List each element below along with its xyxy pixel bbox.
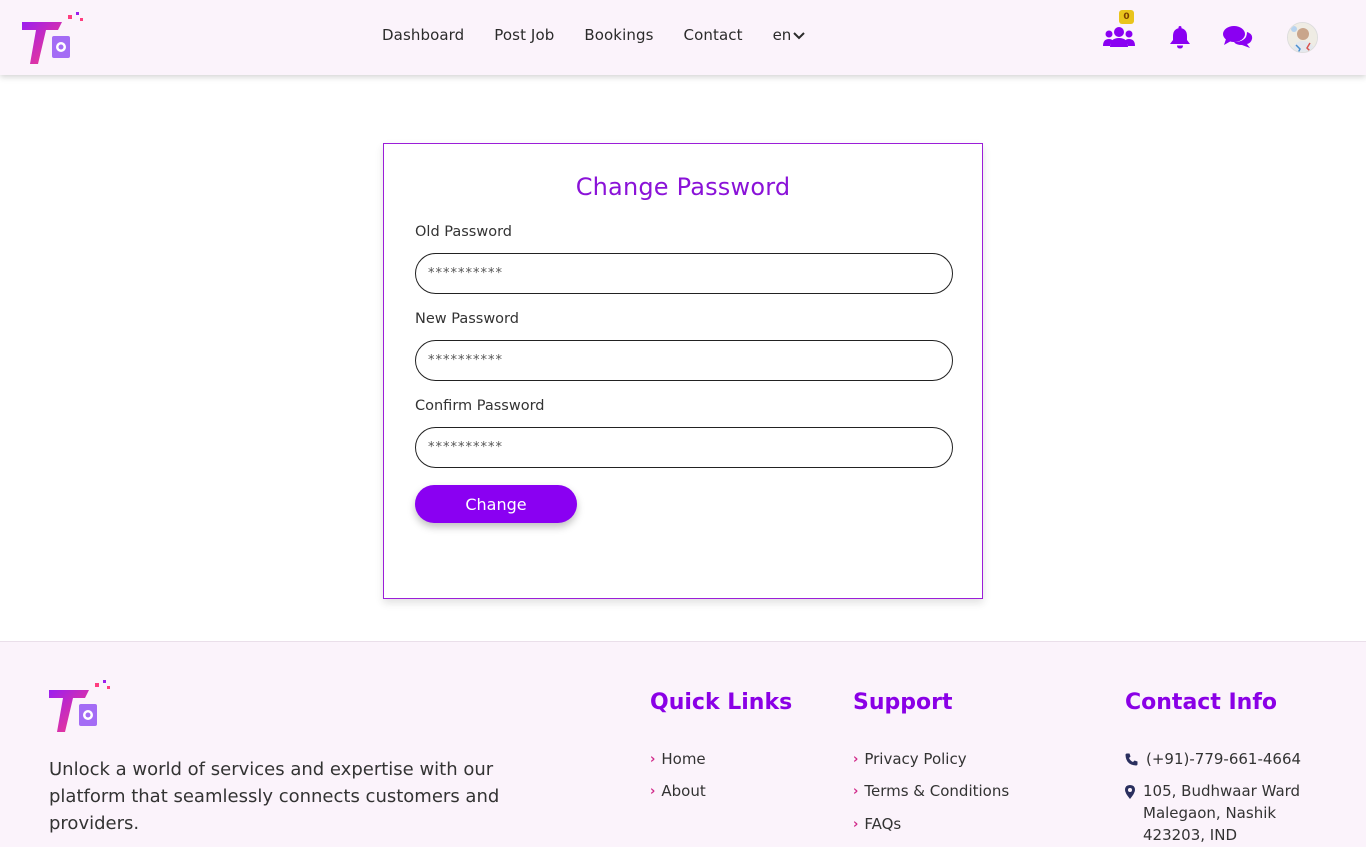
contact-info-title: Contact Info bbox=[1125, 690, 1278, 715]
chevron-right-icon: › bbox=[650, 751, 656, 767]
footer-link-terms[interactable]: › Terms & Conditions bbox=[853, 782, 1009, 800]
footer-link-home[interactable]: › Home bbox=[650, 750, 706, 768]
chevron-right-icon: › bbox=[853, 816, 859, 832]
footer-link-label: FAQs bbox=[864, 815, 902, 833]
language-selector[interactable]: en bbox=[773, 26, 806, 44]
change-password-card: Change Password Old Password New Passwor… bbox=[383, 143, 983, 599]
old-password-label: Old Password bbox=[415, 224, 512, 240]
footer-logo[interactable] bbox=[49, 680, 113, 734]
address-line: Malegaon, Nashik bbox=[1143, 804, 1277, 822]
bell-icon bbox=[1170, 26, 1190, 49]
chevron-right-icon: › bbox=[853, 751, 859, 767]
footer: Unlock a world of services and expertise… bbox=[0, 641, 1366, 847]
avatar[interactable] bbox=[1287, 22, 1318, 53]
footer-link-label: Privacy Policy bbox=[864, 750, 967, 768]
footer-link-label: Terms & Conditions bbox=[864, 782, 1010, 800]
chevron-right-icon: › bbox=[650, 783, 656, 799]
contact-address: 105, Budhwaar Ward Malegaon, Nashik 4232… bbox=[1143, 780, 1300, 846]
notifications-button[interactable] bbox=[1163, 22, 1197, 52]
change-button[interactable]: Change bbox=[415, 485, 577, 523]
language-value: en bbox=[772, 26, 792, 44]
footer-link-label: Home bbox=[661, 750, 706, 768]
chevron-right-icon: › bbox=[853, 783, 859, 799]
messages-button[interactable] bbox=[1221, 22, 1255, 52]
address-line: 423203, IND bbox=[1143, 826, 1237, 844]
quick-links-title: Quick Links bbox=[650, 690, 793, 715]
main-nav: Dashboard Post Job Bookings Contact en bbox=[382, 26, 806, 44]
footer-link-label: About bbox=[661, 782, 706, 800]
chevron-down-icon bbox=[793, 32, 806, 40]
confirm-password-input[interactable] bbox=[415, 427, 953, 468]
map-pin-icon bbox=[1125, 785, 1135, 799]
nav-post-job[interactable]: Post Job bbox=[494, 26, 554, 44]
nav-bookings[interactable]: Bookings bbox=[584, 26, 653, 44]
support-title: Support bbox=[853, 690, 953, 715]
team-button[interactable]: 0 bbox=[1102, 10, 1136, 52]
top-navbar: Dashboard Post Job Bookings Contact en 0 bbox=[0, 0, 1366, 75]
users-icon bbox=[1103, 27, 1135, 47]
footer-tagline: Unlock a world of services and expertise… bbox=[49, 759, 500, 834]
nav-dashboard[interactable]: Dashboard bbox=[382, 26, 464, 44]
nav-contact[interactable]: Contact bbox=[684, 26, 743, 44]
new-password-input[interactable] bbox=[415, 340, 953, 381]
footer-link-faqs[interactable]: › FAQs bbox=[853, 815, 901, 833]
team-count-badge: 0 bbox=[1119, 10, 1134, 24]
confirm-password-label: Confirm Password bbox=[415, 398, 545, 414]
page-title: Change Password bbox=[575, 173, 791, 201]
brand-logo[interactable] bbox=[22, 12, 86, 66]
chat-icon bbox=[1223, 26, 1253, 48]
old-password-input[interactable] bbox=[415, 253, 953, 294]
address-line: 105, Budhwaar Ward bbox=[1143, 782, 1301, 800]
contact-phone[interactable]: (+91)-779-661-4664 bbox=[1146, 748, 1301, 770]
phone-icon bbox=[1125, 753, 1138, 766]
new-password-label: New Password bbox=[415, 311, 519, 327]
footer-link-privacy[interactable]: › Privacy Policy bbox=[853, 750, 967, 768]
footer-link-about[interactable]: › About bbox=[650, 782, 706, 800]
